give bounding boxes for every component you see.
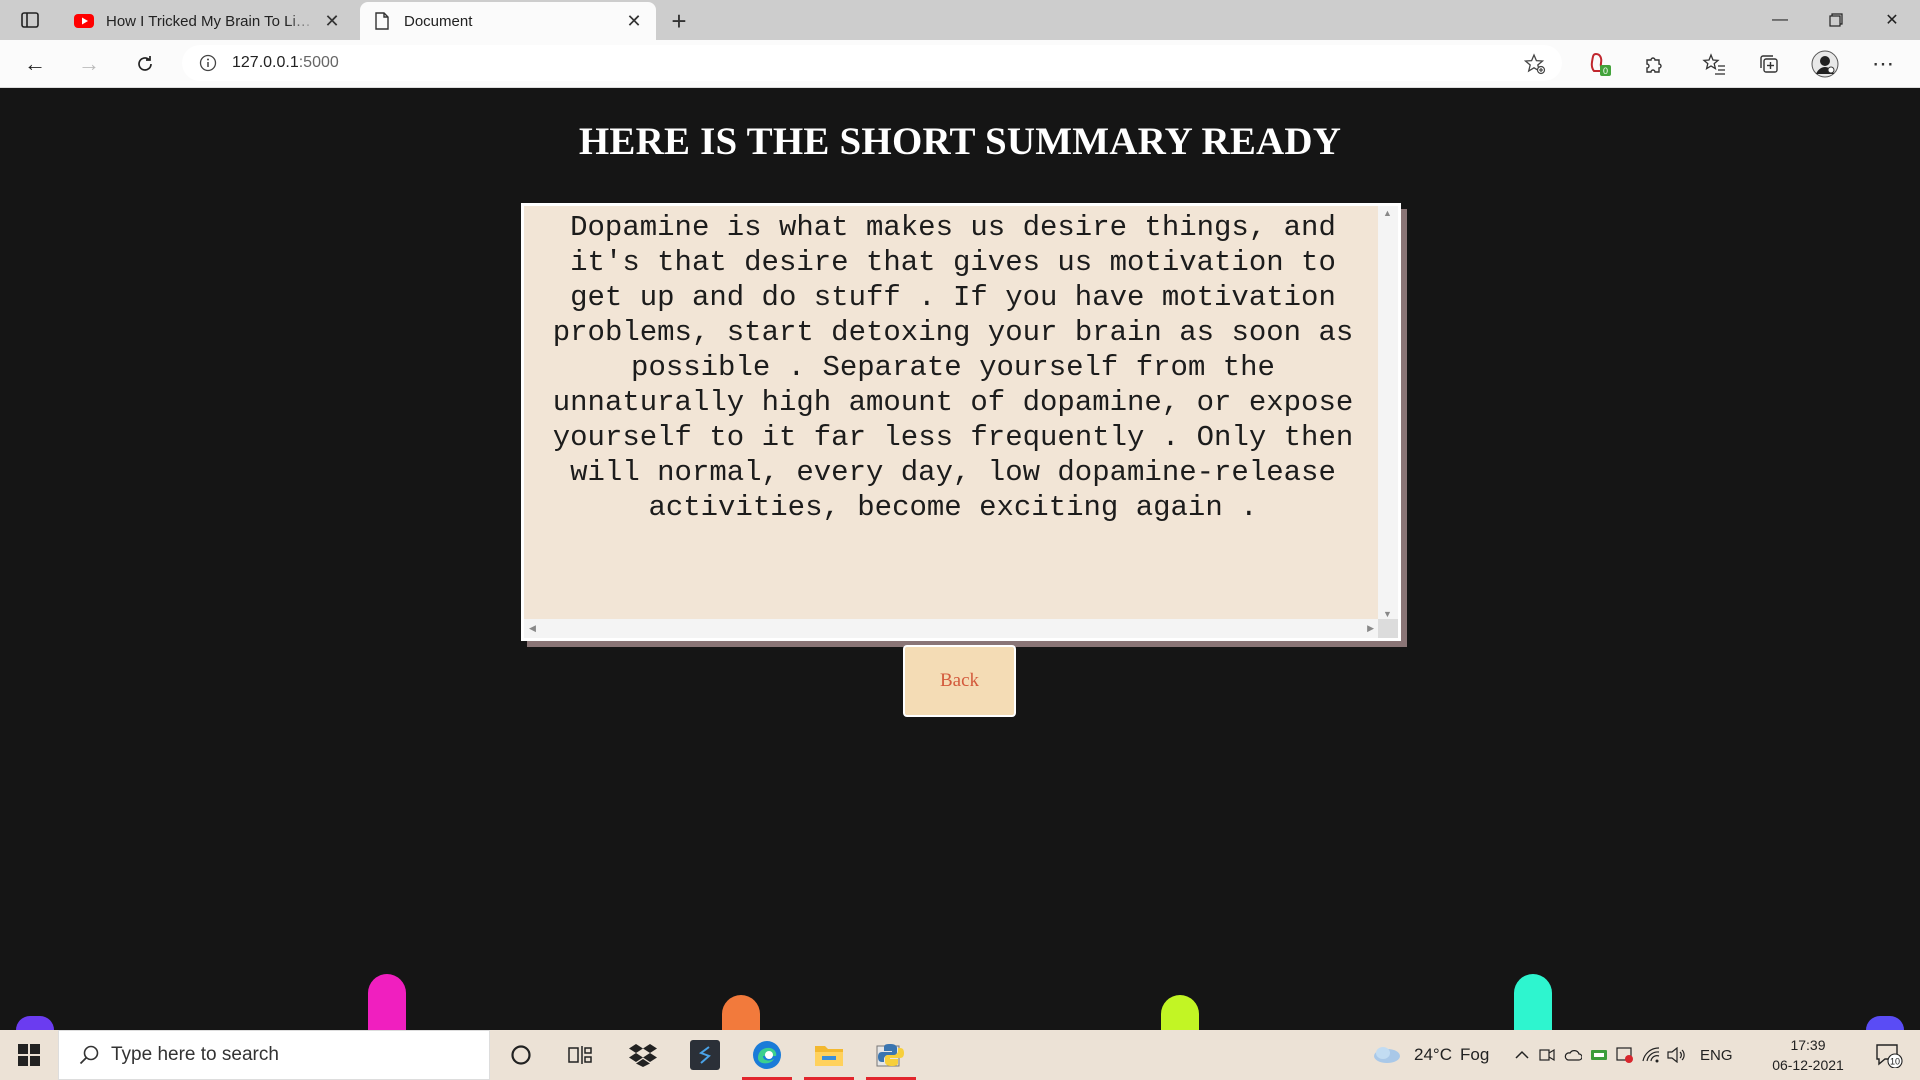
youtube-icon — [74, 11, 94, 31]
decor-blob — [1161, 995, 1199, 1030]
clock-date: 06-12-2021 — [1772, 1057, 1844, 1073]
python-idle-icon[interactable] — [862, 1030, 920, 1080]
file-explorer-icon[interactable] — [800, 1030, 858, 1080]
close-tab-icon[interactable]: ✕ — [620, 7, 648, 35]
extensions-puzzle-icon[interactable] — [1637, 48, 1671, 80]
scroll-up-icon[interactable]: ▲ — [1383, 208, 1392, 218]
extension-badge-icon[interactable]: 0 — [1584, 48, 1618, 80]
close-tab-icon[interactable]: ✕ — [318, 7, 346, 35]
notifications-icon[interactable]: 10 — [1860, 1030, 1918, 1080]
volume-icon[interactable] — [1664, 1047, 1690, 1063]
language-indicator[interactable]: ENG — [1700, 1047, 1733, 1064]
taskbar-search-box[interactable]: Type here to search — [58, 1030, 490, 1080]
forward-arrow-icon[interactable]: → — [72, 48, 106, 80]
refresh-icon[interactable] — [128, 48, 162, 80]
edge-browser-icon[interactable] — [738, 1030, 796, 1080]
decor-blob — [1866, 1016, 1904, 1030]
svg-text:0: 0 — [1603, 66, 1608, 76]
url-text: 127.0.0.1:5000 — [232, 54, 339, 71]
search-icon — [67, 1044, 111, 1066]
address-bar[interactable]: 127.0.0.1:5000 — [182, 45, 1562, 81]
add-favorite-icon[interactable] — [1522, 51, 1548, 77]
back-button[interactable]: Back — [903, 645, 1016, 717]
meet-now-icon[interactable] — [1534, 1048, 1560, 1062]
decor-blob — [16, 1016, 54, 1030]
task-view-icon[interactable] — [551, 1030, 609, 1080]
tab-actions-icon[interactable] — [14, 7, 46, 33]
summary-textarea[interactable]: Dopamine is what makes us desire things,… — [521, 203, 1401, 641]
windows-taskbar: Type here to search 24°C Fog ENG 17:39 0… — [0, 1030, 1920, 1080]
scroll-left-icon[interactable]: ◀ — [529, 623, 536, 634]
chevron-up-icon[interactable] — [1510, 1050, 1534, 1060]
profile-avatar-icon[interactable] — [1808, 48, 1842, 80]
battery-app-icon[interactable] — [1586, 1048, 1612, 1062]
summary-text: Dopamine is what makes us desire things,… — [552, 211, 1371, 524]
more-menu-icon[interactable]: ⋯ — [1866, 48, 1900, 80]
weather-temp: 24°C — [1414, 1045, 1452, 1064]
search-placeholder: Type here to search — [111, 1044, 279, 1065]
weather-desc: Fog — [1459, 1045, 1490, 1064]
window-controls: — ✕ — [1752, 0, 1920, 40]
vertical-scrollbar[interactable]: ▲ ▼ — [1378, 206, 1398, 621]
horizontal-scrollbar[interactable]: ◀ ▶ — [524, 619, 1382, 638]
security-alert-icon[interactable] — [1612, 1047, 1638, 1063]
system-tray: ENG — [1510, 1030, 1733, 1080]
scroll-right-icon[interactable]: ▶ — [1367, 623, 1374, 634]
tab-title: How I Tricked My Brain To Like Doing Har… — [106, 12, 318, 30]
favorites-icon[interactable] — [1697, 48, 1731, 80]
onedrive-icon[interactable] — [1560, 1048, 1586, 1062]
tab-document[interactable]: Document ✕ — [360, 2, 656, 40]
windows-start-icon[interactable] — [0, 1030, 58, 1080]
tab-youtube[interactable]: How I Tricked My Brain To Like Doing Har… — [62, 2, 354, 40]
back-arrow-icon[interactable]: ← — [18, 48, 52, 80]
browser-tab-bar: How I Tricked My Brain To Like Doing Har… — [0, 0, 1920, 40]
collections-icon[interactable] — [1752, 48, 1786, 80]
close-window-icon[interactable]: ✕ — [1864, 0, 1920, 40]
decor-blob — [1514, 974, 1552, 1030]
page-icon — [372, 11, 392, 31]
new-tab-button[interactable]: + — [664, 6, 694, 36]
fog-cloud-icon — [1374, 1047, 1400, 1063]
page-content: HERE IS THE SHORT SUMMARY READY Dopamine… — [0, 89, 1920, 1030]
restore-icon[interactable] — [1808, 0, 1864, 40]
site-info-icon[interactable] — [190, 54, 226, 72]
scroll-down-icon[interactable]: ▼ — [1383, 609, 1392, 619]
minimize-icon[interactable]: — — [1752, 0, 1808, 40]
decor-blob — [722, 995, 760, 1030]
browser-toolbar: ← → 127.0.0.1:5000 0 ⋯ — [0, 40, 1920, 88]
dropbox-icon[interactable] — [614, 1030, 672, 1080]
clock-time: 17:39 — [1790, 1037, 1826, 1053]
notification-count: 10 — [1890, 1057, 1900, 1067]
wifi-icon[interactable] — [1638, 1047, 1664, 1063]
tab-title: Document — [404, 12, 473, 30]
weather-widget[interactable]: 24°C Fog — [1372, 1030, 1489, 1080]
page-heading: HERE IS THE SHORT SUMMARY READY — [578, 120, 1342, 163]
system-clock[interactable]: 17:39 06-12-2021 — [1762, 1035, 1854, 1075]
sublime-text-icon[interactable] — [676, 1030, 734, 1080]
resize-corner[interactable] — [1378, 619, 1398, 638]
cortana-icon[interactable] — [492, 1030, 550, 1080]
decor-blob — [368, 974, 406, 1030]
